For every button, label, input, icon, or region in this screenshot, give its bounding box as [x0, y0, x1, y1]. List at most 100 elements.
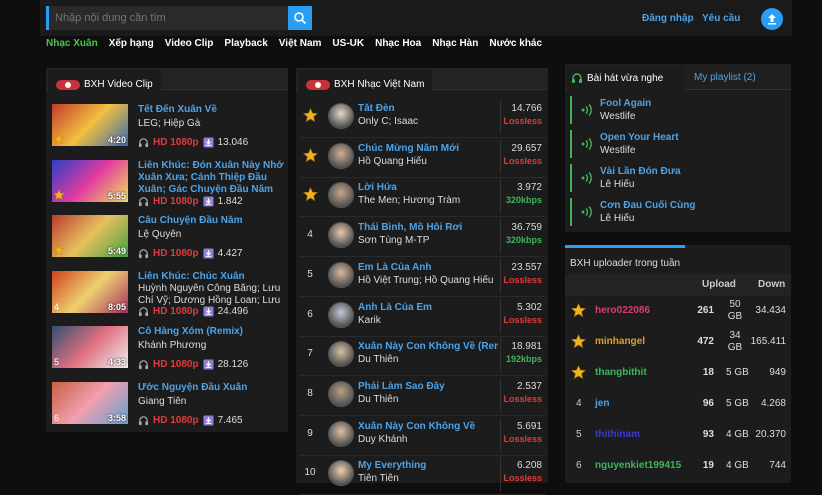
artist-avatar[interactable]: [328, 103, 354, 129]
nav-item[interactable]: Việt Nam: [279, 38, 322, 52]
download-icon[interactable]: [203, 415, 214, 426]
video-thumbnail[interactable]: 4 8:05: [52, 271, 128, 313]
recent-song-artist[interactable]: Westlife: [600, 145, 635, 156]
song-row[interactable]: 8 Phải Làm Sao Đây Du Thiên 2.537 Lossle…: [300, 376, 546, 416]
artist-avatar[interactable]: [328, 261, 354, 288]
artist-avatar[interactable]: [328, 420, 354, 447]
recent-song-artist[interactable]: Lê Hiếu: [600, 179, 634, 190]
nav-item[interactable]: Nhạc Hàn: [432, 38, 478, 52]
playlist-tab[interactable]: My playlist (2): [694, 72, 756, 83]
video-row[interactable]: 5 4:33 Cô Hàng Xóm (Remix) Khánh Phương …: [52, 326, 282, 378]
recent-song-title[interactable]: Cơn Đau Cuối Cùng: [600, 200, 695, 211]
uploader-name[interactable]: thangbithit: [595, 367, 647, 378]
artist-avatar[interactable]: [328, 142, 354, 169]
recent-tab[interactable]: Bài hát vừa nghe: [567, 66, 685, 90]
video-artist[interactable]: Huỳnh Nguyễn Công Bằng; Lưu Chí Vỹ; Dươn…: [138, 283, 288, 307]
recent-song-row[interactable]: Vài Lần Đón Đưa Lê Hiếu: [570, 162, 786, 195]
song-row[interactable]: 4 Thái Bình, Mồ Hôi Rơi Sơn Tùng M-TP 36…: [300, 217, 546, 258]
nav-item[interactable]: Xếp hạng: [109, 38, 154, 52]
video-thumbnail[interactable]: 5:55: [52, 160, 128, 202]
login-link[interactable]: Đăng nhập: [642, 13, 694, 24]
uploader-name[interactable]: minhangel: [595, 336, 645, 347]
artist-avatar[interactable]: [328, 380, 354, 407]
recent-song-row[interactable]: Fool Again Westlife: [570, 94, 786, 127]
artist-avatar[interactable]: [328, 182, 354, 209]
video-chart-tab[interactable]: BXH Video Clip: [48, 70, 161, 94]
song-row[interactable]: 10 My Everything Tiên Tiên 6.208 Lossles…: [300, 455, 546, 495]
song-row[interactable]: 6 Anh Là Của Em Karik 5.302 Lossless: [300, 297, 546, 337]
song-title[interactable]: Xuân Này Con Không Về: [358, 421, 498, 432]
song-artist[interactable]: Sơn Tùng M-TP: [358, 235, 498, 246]
song-artist[interactable]: The Men; Hương Tràm: [358, 195, 498, 206]
song-title[interactable]: Xuân Này Con Không Về (Remix): [358, 341, 498, 352]
search-box[interactable]: [46, 6, 288, 30]
video-title[interactable]: Ước Nguyện Đầu Xuân: [138, 382, 288, 394]
artist-avatar[interactable]: [328, 460, 354, 487]
song-title[interactable]: Anh Là Của Em: [358, 302, 498, 313]
video-row[interactable]: 4:20 Tết Đến Xuân Về LEG; Hiệp Gà HD 108…: [52, 104, 282, 156]
song-row[interactable]: Chúc Mừng Năm Mới Hồ Quang Hiếu 29.657 L…: [300, 138, 546, 178]
song-title[interactable]: Lời Hứa: [358, 182, 498, 193]
uploader-row[interactable]: 4 jen 96 5 GB 4.268: [568, 391, 790, 417]
song-title[interactable]: Tắt Đèn: [358, 103, 498, 114]
artist-avatar[interactable]: [328, 341, 354, 368]
song-title[interactable]: My Everything: [358, 460, 498, 471]
download-icon[interactable]: [203, 248, 214, 259]
nav-item[interactable]: Nhạc Xuân: [46, 38, 98, 52]
video-thumbnail[interactable]: 6 3:58: [52, 382, 128, 424]
request-link[interactable]: Yêu cầu: [702, 13, 740, 24]
uploader-row[interactable]: 6 nguyenkiet199415 19 4 GB 744: [568, 453, 790, 479]
uploader-row[interactable]: minhangel 472 34 GB 165.411: [568, 329, 790, 355]
video-row[interactable]: 4 8:05 Liên Khúc: Chúc Xuân Huỳnh Nguyễn…: [52, 271, 282, 323]
recent-song-title[interactable]: Open Your Heart: [600, 132, 679, 143]
artist-avatar[interactable]: [328, 301, 354, 328]
song-chart-tab[interactable]: BXH Nhạc Việt Nam: [298, 70, 433, 94]
nav-item[interactable]: Video Clip: [165, 38, 214, 52]
song-row[interactable]: 9 Xuân Này Con Không Về Duy Khánh 5.691 …: [300, 416, 546, 456]
uploader-row[interactable]: 5 thithinam 93 4 GB 20.370: [568, 422, 790, 448]
recent-song-row[interactable]: Cơn Đau Cuối Cùng Lê Hiếu: [570, 196, 786, 229]
uploader-name[interactable]: nguyenkiet199415: [595, 460, 681, 471]
song-row[interactable]: 5 Em Là Của Anh Hồ Việt Trung; Hồ Quang …: [300, 257, 546, 297]
song-artist[interactable]: Duy Khánh: [358, 434, 498, 445]
song-artist[interactable]: Hồ Việt Trung; Hồ Quang Hiếu: [358, 275, 498, 286]
song-artist[interactable]: Karik: [358, 315, 498, 326]
nav-item[interactable]: Nhạc Hoa: [375, 38, 421, 52]
nav-item[interactable]: Playback: [224, 38, 267, 52]
recent-song-title[interactable]: Fool Again: [600, 98, 651, 109]
video-artist[interactable]: Giang Tiên: [138, 396, 288, 408]
uploader-name[interactable]: hero022086: [595, 305, 650, 316]
video-thumbnail[interactable]: 5 4:33: [52, 326, 128, 368]
video-title[interactable]: Cô Hàng Xóm (Remix): [138, 326, 288, 338]
download-icon[interactable]: [203, 196, 214, 207]
download-icon[interactable]: [203, 359, 214, 370]
recent-song-title[interactable]: Vài Lần Đón Đưa: [600, 166, 681, 177]
video-thumbnail[interactable]: 5:49: [52, 215, 128, 257]
video-title[interactable]: Liên Khúc: Chúc Xuân: [138, 271, 288, 283]
uploader-name[interactable]: thithinam: [595, 429, 640, 440]
video-artist[interactable]: Lệ Quyên: [138, 229, 288, 241]
recent-song-artist[interactable]: Westlife: [600, 111, 635, 122]
video-artist[interactable]: Khánh Phương: [138, 340, 288, 352]
uploader-name[interactable]: jen: [595, 398, 609, 409]
download-icon[interactable]: [203, 306, 214, 317]
video-thumbnail[interactable]: 4:20: [52, 104, 128, 146]
song-row[interactable]: Lời Hứa The Men; Hương Tràm 3.972 320kbp…: [300, 177, 546, 218]
video-title[interactable]: Câu Chuyện Đầu Năm: [138, 215, 288, 227]
video-row[interactable]: 5:49 Câu Chuyện Đầu Năm Lệ Quyên HD 1080…: [52, 215, 282, 267]
song-title[interactable]: Thái Bình, Mồ Hôi Rơi: [358, 222, 498, 233]
search-input[interactable]: [49, 6, 288, 30]
video-row[interactable]: 5:55 Liên Khúc: Đón Xuân Này Nhớ Xuân Xư…: [52, 160, 283, 212]
nav-item[interactable]: US-UK: [332, 38, 364, 52]
song-artist[interactable]: Only C; Isaac: [358, 116, 498, 127]
song-title[interactable]: Em Là Của Anh: [358, 262, 498, 273]
song-artist[interactable]: Hồ Quang Hiếu: [358, 156, 498, 167]
nav-item[interactable]: Nước khác: [489, 38, 542, 52]
song-title[interactable]: Chúc Mừng Năm Mới: [358, 143, 498, 154]
video-title[interactable]: Tết Đến Xuân Về: [138, 104, 288, 116]
video-row[interactable]: 6 3:58 Ước Nguyện Đầu Xuân Giang Tiên HD…: [52, 382, 282, 434]
video-title[interactable]: Liên Khúc: Đón Xuân Này Nhớ Xuân Xưa; Cá…: [138, 160, 288, 196]
uploader-row[interactable]: hero022086 261 50 GB 34.434: [568, 298, 790, 324]
song-row[interactable]: 7 Xuân Này Con Không Về (Remix) Du Thiên…: [300, 336, 546, 377]
video-artist[interactable]: LEG; Hiệp Gà: [138, 118, 288, 130]
